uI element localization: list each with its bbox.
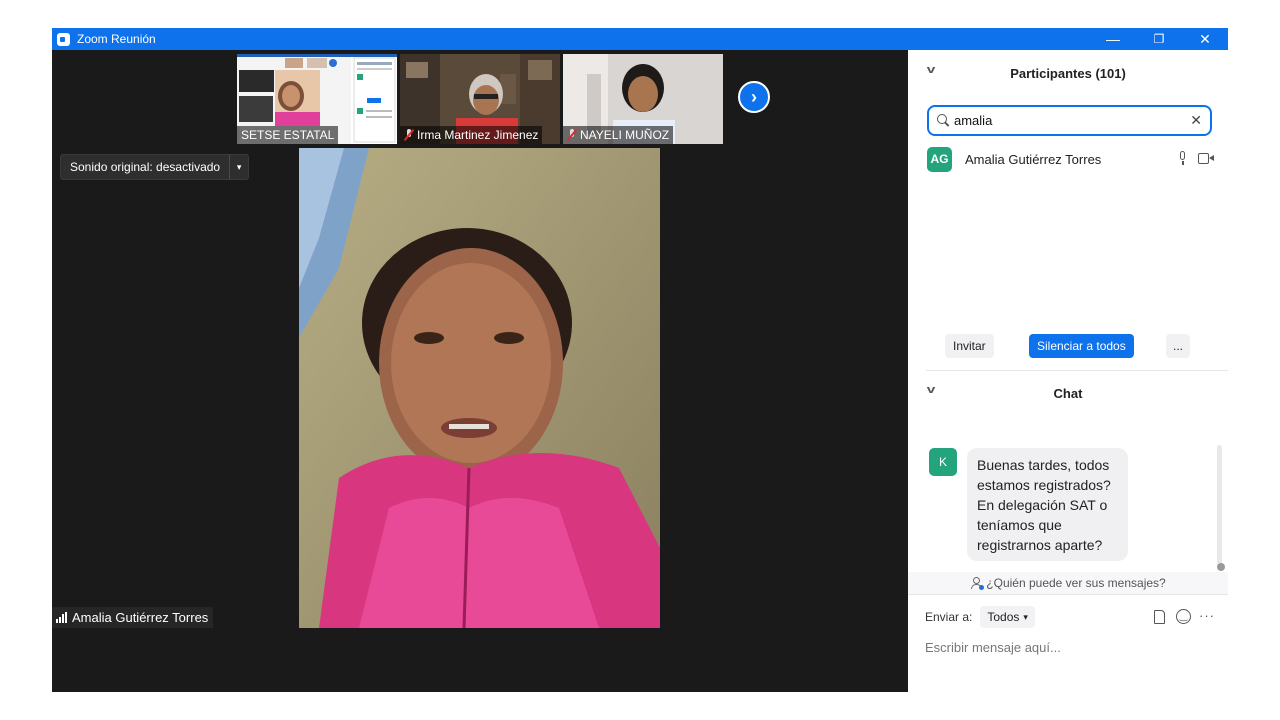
avatar: K <box>929 448 957 476</box>
window-title: Zoom Reunión <box>77 32 156 46</box>
thumbnail-name: Irma Martinez Jimenez <box>417 128 539 142</box>
more-icon[interactable]: ··· <box>1199 608 1215 623</box>
send-to-value: Todos <box>987 610 1020 624</box>
chevron-down-icon[interactable]: v <box>927 384 936 396</box>
video-stage: SETSE ESTATAL Irma Martinez Jimenez NAYE… <box>52 50 908 692</box>
zoom-window: Zoom Reunión — ❐ ✕ SETSE ESTATAL Irma Ma… <box>52 28 1228 692</box>
active-speaker-video <box>299 148 660 628</box>
file-icon[interactable] <box>1154 610 1165 624</box>
scroll-thumb[interactable] <box>1217 563 1225 571</box>
send-to-row: Enviar a: Todos ▾ ‿ ··· <box>925 606 1215 628</box>
chat-header: v Chat <box>908 370 1228 416</box>
microphone-icon[interactable] <box>1177 151 1187 165</box>
signal-strength-icon <box>56 612 67 623</box>
section-divider <box>908 594 1228 595</box>
zoom-logo-icon <box>57 32 70 46</box>
chat-message: K Buenas tardes, todos estamos registrad… <box>929 448 1128 561</box>
video-thumbnail[interactable]: SETSE ESTATAL <box>237 54 397 144</box>
avatar: AG <box>927 146 952 172</box>
send-to-select[interactable]: Todos ▾ <box>980 606 1035 628</box>
message-bubble: Buenas tardes, todos estamos registrados… <box>967 448 1128 561</box>
chevron-right-icon: › <box>751 86 757 107</box>
thumbnail-name-tag: NAYELI MUÑOZ <box>563 126 674 144</box>
participant-row[interactable]: AG Amalia Gutiérrez Torres <box>927 146 1215 172</box>
video-camera-icon[interactable] <box>1198 153 1215 164</box>
participant-search-input[interactable] <box>954 113 1174 128</box>
user-icon <box>970 577 985 590</box>
active-speaker-name: Amalia Gutiérrez Torres <box>72 610 209 625</box>
muted-mic-icon <box>404 129 414 141</box>
chat-title: Chat <box>1053 385 1083 401</box>
chat-message-input[interactable] <box>925 636 1215 658</box>
message-visibility-text[interactable]: ¿Quién puede ver sus mensajes? <box>986 576 1165 590</box>
chat-scrollbar[interactable] <box>1217 445 1222 565</box>
next-page-button[interactable]: › <box>738 81 770 113</box>
emoji-icon[interactable]: ‿ <box>1176 609 1191 624</box>
chevron-down-icon[interactable]: v <box>927 64 936 76</box>
participant-search[interactable]: ✕ <box>927 105 1212 136</box>
participants-title: Participantes (101) <box>1010 65 1126 81</box>
participant-name: Amalia Gutiérrez Torres <box>965 151 1102 167</box>
message-visibility-bar[interactable]: ¿Quién puede ver sus mensajes? <box>908 572 1228 594</box>
thumbnail-name-tag: SETSE ESTATAL <box>237 126 339 144</box>
mute-all-button[interactable]: Silenciar a todos <box>1029 334 1134 358</box>
send-to-label: Enviar a: <box>925 610 973 624</box>
search-icon <box>937 114 950 127</box>
active-speaker-name-tag: Amalia Gutiérrez Torres <box>52 607 214 628</box>
participant-actions: Invitar Silenciar a todos ... <box>908 334 1228 358</box>
original-sound-label[interactable]: Sonido original: desactivado <box>61 155 231 179</box>
video-thumbnail[interactable]: Irma Martinez Jimenez <box>400 54 560 144</box>
minimize-button[interactable]: — <box>1090 28 1136 50</box>
window-controls: — ❐ ✕ <box>1090 28 1228 50</box>
thumbnail-name-tag: Irma Martinez Jimenez <box>400 126 543 144</box>
more-options-button[interactable]: ... <box>1166 334 1190 358</box>
chevron-down-icon[interactable]: ▾ <box>230 155 248 179</box>
side-panel: v Participantes (101) ✕ AG Amalia Gutiér… <box>908 50 1228 692</box>
video-thumbnail[interactable]: NAYELI MUÑOZ <box>563 54 723 144</box>
restore-button[interactable]: ❐ <box>1136 28 1182 50</box>
speaker-video-feed <box>299 148 660 628</box>
participants-header: v Participantes (101) <box>908 50 1228 96</box>
thumbnail-name: NAYELI MUÑOZ <box>580 128 670 142</box>
invite-button[interactable]: Invitar <box>945 334 994 358</box>
thumbnail-name: SETSE ESTATAL <box>241 128 335 142</box>
title-bar: Zoom Reunión — ❐ ✕ <box>52 28 1228 50</box>
chevron-down-icon: ▾ <box>1023 611 1028 622</box>
original-sound-toggle[interactable]: Sonido original: desactivado ▾ <box>60 154 250 180</box>
close-button[interactable]: ✕ <box>1182 28 1228 50</box>
muted-mic-icon <box>567 129 577 141</box>
clear-search-icon[interactable]: ✕ <box>1190 112 1202 129</box>
